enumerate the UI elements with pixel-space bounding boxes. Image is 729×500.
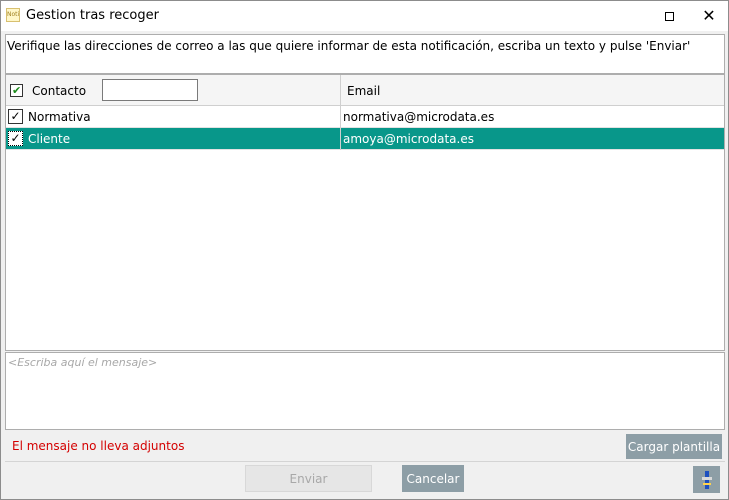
app-notification-icon: Noti [6, 8, 20, 22]
cancel-button[interactable]: Cancelar [402, 465, 464, 492]
close-button[interactable]: ✕ [689, 1, 729, 31]
tool-button[interactable] [693, 466, 720, 493]
select-all-checkbox[interactable]: ✔ [10, 84, 23, 97]
maximize-icon [664, 11, 674, 21]
recipients-grid: ✔ Contacto Email ✓ Normativa normativa@m… [5, 74, 725, 351]
contacto-filter-input[interactable] [102, 79, 198, 101]
row-email: normativa@microdata.es [343, 110, 495, 124]
row-contact-name: Cliente [28, 132, 71, 146]
row-checkbox[interactable]: ✓ [8, 131, 23, 146]
row-checkbox[interactable]: ✓ [8, 109, 23, 124]
title-bar: Noti Gestion tras recoger ✕ [1, 1, 728, 31]
attachments-note: El mensaje no lleva adjuntos [12, 439, 185, 453]
contacto-column-header[interactable]: Contacto [32, 84, 86, 98]
row-email: amoya@microdata.es [343, 132, 474, 146]
table-row-selected[interactable]: ✓ Cliente amoya@microdata.es [6, 128, 724, 150]
footer-divider [5, 461, 725, 462]
column-divider [340, 106, 341, 128]
instruction-panel: Verifique las direcciones de correo a la… [5, 34, 725, 74]
row-contact-name: Normativa [28, 110, 91, 124]
check-icon: ✔ [12, 84, 22, 97]
grid-header: ✔ Contacto Email [6, 75, 724, 106]
window-title: Gestion tras recoger [26, 8, 159, 23]
load-template-button[interactable]: Cargar plantilla [626, 434, 722, 459]
email-column-header[interactable]: Email [347, 84, 380, 98]
send-button[interactable]: Enviar [245, 465, 372, 492]
column-divider [340, 128, 341, 150]
message-box [5, 352, 725, 430]
maximize-button[interactable] [649, 1, 689, 31]
settings-tool-icon [700, 470, 714, 489]
dialog-window: Noti Gestion tras recoger ✕ Verifique la… [0, 0, 729, 500]
message-textarea[interactable] [6, 353, 724, 429]
close-icon: ✕ [702, 6, 716, 25]
column-divider [340, 75, 341, 106]
instruction-text: Verifique las direcciones de correo a la… [7, 39, 691, 53]
table-row[interactable]: ✓ Normativa normativa@microdata.es [6, 106, 724, 128]
